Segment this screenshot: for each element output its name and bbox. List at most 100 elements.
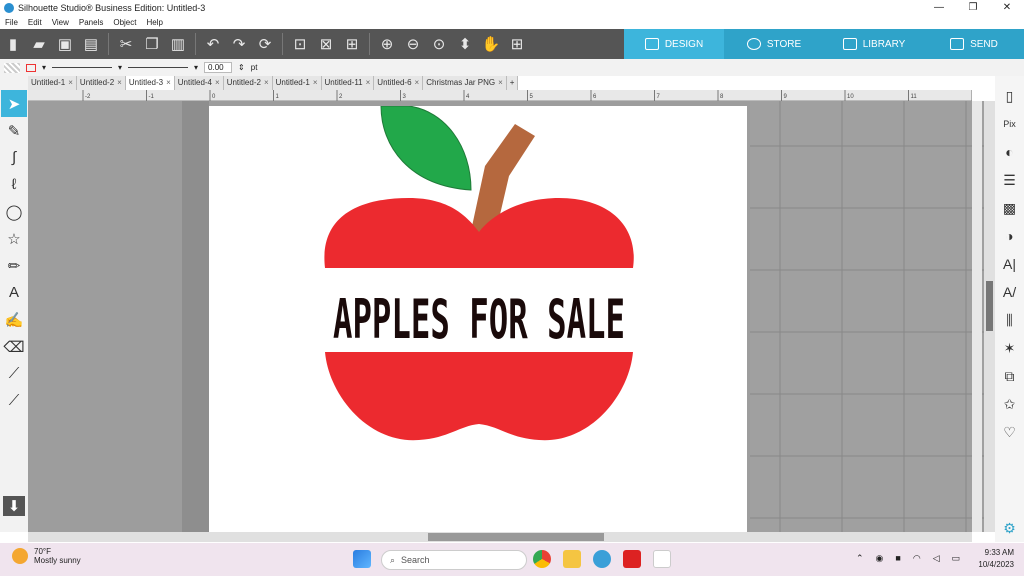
- doc-tab[interactable]: Untitled-11 ×: [322, 76, 375, 90]
- top-ruler: -2-10123456789101112: [28, 90, 981, 101]
- chrome-icon[interactable]: [533, 550, 551, 568]
- windows-start-icon[interactable]: [353, 550, 371, 568]
- redo-icon[interactable]: ↷: [226, 31, 252, 57]
- menu-panels[interactable]: Panels: [74, 18, 108, 27]
- silhouette-icon[interactable]: [593, 550, 611, 568]
- tab-send[interactable]: SEND: [924, 29, 1024, 59]
- open-folder-icon[interactable]: ▰: [26, 31, 52, 57]
- taskbar-search[interactable]: ⌕ Search: [381, 550, 527, 570]
- design-canvas[interactable]: APPLES FOR SALE: [28, 101, 1000, 534]
- horizontal-scrollbar[interactable]: [28, 532, 972, 542]
- select-tool-icon[interactable]: ➤: [1, 90, 27, 117]
- chevron-up-icon[interactable]: ⌃: [856, 553, 864, 564]
- page-margin: [182, 101, 209, 532]
- stepper-icon[interactable]: ⇕: [238, 63, 245, 72]
- doc-tab[interactable]: Untitled-4 ×: [175, 76, 224, 90]
- line-style-icon[interactable]: ☰: [997, 166, 1023, 194]
- line-style-select[interactable]: [52, 67, 113, 68]
- point-edit-icon[interactable]: ✎: [1, 117, 27, 144]
- minimize-button[interactable]: —: [922, 0, 956, 16]
- battery-icon[interactable]: ▭: [952, 553, 961, 564]
- fill-pattern-icon[interactable]: ▩: [997, 194, 1023, 222]
- ungroup-icon[interactable]: ⊠: [313, 31, 339, 57]
- paste-icon[interactable]: ▥: [165, 31, 191, 57]
- refresh-icon[interactable]: ⟳: [252, 31, 278, 57]
- line-width-input[interactable]: 0.00: [204, 62, 233, 73]
- replicate-icon[interactable]: ⧉: [997, 362, 1023, 390]
- tab-design[interactable]: DESIGN: [624, 29, 724, 59]
- move-icon[interactable]: ⬍: [452, 31, 478, 57]
- doc-tab[interactable]: Untitled-1 ×: [28, 76, 77, 90]
- align-icon[interactable]: ⫼: [997, 306, 1023, 334]
- apple-artwork[interactable]: APPLES FOR SALE: [209, 105, 747, 534]
- pixscan-icon[interactable]: Pix: [997, 110, 1023, 138]
- print-icon[interactable]: ▤: [78, 31, 104, 57]
- library-folder-icon[interactable]: ⬇: [3, 496, 25, 516]
- page-setup-icon[interactable]: ▯: [997, 82, 1023, 110]
- palette-icon[interactable]: ⊞: [339, 31, 365, 57]
- gear-icon[interactable]: ⚙: [997, 514, 1023, 542]
- line-cap-select[interactable]: [128, 67, 189, 68]
- volume-icon[interactable]: ◁: [933, 553, 940, 564]
- acrobat-icon[interactable]: [623, 550, 641, 568]
- pan-hand-icon[interactable]: ✋: [478, 31, 504, 57]
- clock[interactable]: 9:33 AM 10/4/2023: [978, 547, 1014, 571]
- ellipse-tool-icon[interactable]: ◯: [1, 198, 27, 225]
- vertical-scrollbar[interactable]: [984, 101, 995, 532]
- eyedropper-icon[interactable]: ⟋: [1, 387, 27, 414]
- sketch-icon[interactable]: ✍: [1, 306, 27, 333]
- text-path-icon[interactable]: A/: [997, 278, 1023, 306]
- chevron-down-icon[interactable]: ▾: [42, 63, 46, 72]
- curve-tool-icon[interactable]: ∫: [1, 144, 27, 171]
- zoom-select-icon[interactable]: ⊙: [426, 31, 452, 57]
- zoom-in-icon[interactable]: ⊕: [374, 31, 400, 57]
- palette-icon[interactable]: ◐: [997, 138, 1023, 166]
- doc-tab-active[interactable]: Untitled-3 ×: [125, 76, 175, 90]
- add-tab-button[interactable]: +: [507, 76, 519, 90]
- pencil-icon[interactable]: ✏: [1, 252, 27, 279]
- doc-tab[interactable]: Untitled-1 ×: [273, 76, 322, 90]
- maximize-button[interactable]: ❐: [956, 0, 990, 16]
- star-offset-icon[interactable]: ✩: [997, 390, 1023, 418]
- file-explorer-icon[interactable]: [563, 550, 581, 568]
- ruler-tick-label: -1: [149, 94, 155, 100]
- save-icon[interactable]: ▣: [52, 31, 78, 57]
- chevron-down-icon[interactable]: ▾: [118, 63, 122, 72]
- close-button[interactable]: ✕: [990, 0, 1024, 16]
- tab-store[interactable]: STORE: [724, 29, 824, 59]
- fit-page-icon[interactable]: ⊞: [504, 31, 530, 57]
- star-tool-icon[interactable]: ☆: [1, 225, 27, 252]
- cut-icon[interactable]: ✂: [113, 31, 139, 57]
- weather-widget[interactable]: 70°F Mostly sunny: [12, 547, 81, 565]
- fill-swatch[interactable]: [4, 62, 20, 73]
- line-color-swatch[interactable]: [26, 63, 36, 72]
- knife-icon[interactable]: ⟋: [1, 360, 27, 387]
- acrobat-tray-icon[interactable]: ■: [895, 553, 900, 564]
- doc-tab[interactable]: Christmas Jar PNG ×: [423, 76, 507, 90]
- zoom-out-icon[interactable]: ⊖: [400, 31, 426, 57]
- menu-view[interactable]: View: [47, 18, 74, 27]
- draw-tool-icon[interactable]: ℓ: [1, 171, 27, 198]
- doc-tab[interactable]: Untitled-2 ×: [224, 76, 273, 90]
- chevron-down-icon[interactable]: ▾: [194, 63, 198, 72]
- menu-help[interactable]: Help: [141, 18, 167, 27]
- text-style-icon[interactable]: A|: [997, 250, 1023, 278]
- menu-edit[interactable]: Edit: [23, 18, 47, 27]
- office-icon[interactable]: [653, 550, 671, 568]
- app-tray-icon[interactable]: ◉: [876, 553, 884, 564]
- doc-tab[interactable]: Untitled-6 ×: [374, 76, 424, 90]
- tab-library[interactable]: LIBRARY: [824, 29, 924, 59]
- doc-tab[interactable]: Untitled-2 ×: [77, 76, 126, 90]
- contrast-icon[interactable]: ◑: [997, 222, 1023, 250]
- group-icon[interactable]: ⊡: [287, 31, 313, 57]
- new-file-icon[interactable]: ▮: [0, 31, 26, 57]
- undo-icon[interactable]: ↶: [200, 31, 226, 57]
- transform-icon[interactable]: ✶: [997, 334, 1023, 362]
- trace-icon[interactable]: ♡: [997, 418, 1023, 446]
- eraser-icon[interactable]: ⌫: [1, 333, 27, 360]
- copy-icon[interactable]: ❐: [139, 31, 165, 57]
- menu-object[interactable]: Object: [108, 18, 141, 27]
- wifi-icon[interactable]: ◠: [913, 553, 921, 564]
- menu-file[interactable]: File: [0, 18, 23, 27]
- text-tool-icon[interactable]: A: [1, 279, 27, 306]
